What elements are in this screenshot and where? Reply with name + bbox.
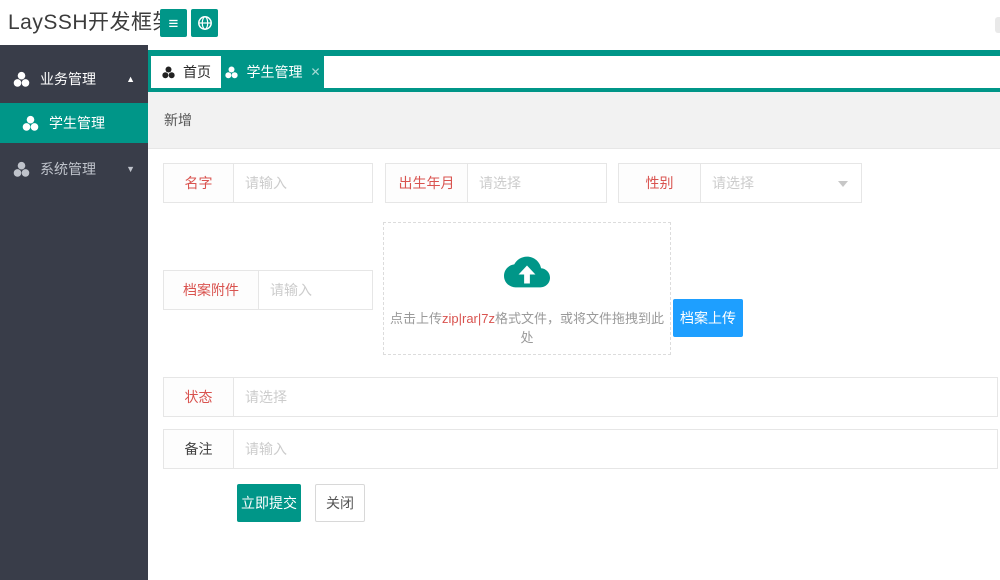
- tab-label: 首页: [183, 62, 211, 82]
- sidebar-item-label: 系统管理: [40, 159, 96, 179]
- chevron-down-icon: ▼: [126, 164, 135, 174]
- name-input[interactable]: [234, 164, 372, 202]
- birth-date-input[interactable]: [468, 164, 606, 202]
- remark-input[interactable]: [234, 430, 997, 468]
- app-cluster-icon: [12, 160, 31, 179]
- remark-field-group: 备注: [163, 429, 998, 469]
- sidebar-item-system-management[interactable]: 系统管理 ▼: [0, 147, 148, 191]
- app-logo: LaySSH开发框架: [8, 0, 174, 45]
- gender-field-group: 性别: [618, 163, 862, 203]
- collapse-menu-button[interactable]: ≡: [160, 9, 187, 37]
- file-label: 档案附件: [164, 271, 259, 309]
- birth-label: 出生年月: [386, 164, 468, 202]
- gender-select[interactable]: [701, 164, 861, 202]
- app-cluster-icon: [224, 65, 239, 80]
- upload-hint-prefix: 点击上传: [390, 311, 442, 326]
- status-label: 状态: [164, 378, 234, 416]
- sidebar-item-business-management[interactable]: 业务管理 ▲: [0, 57, 148, 101]
- card-header-title: 新增: [164, 112, 192, 128]
- status-select[interactable]: [234, 378, 997, 416]
- student-form: 名字 出生年月 性别 点击上传zip|rar|7z格式文件，或将文件拖拽到此处 …: [148, 149, 1000, 580]
- name-field-group: 名字: [163, 163, 373, 203]
- status-field-group: 状态: [163, 377, 998, 417]
- upload-hint-suffix: 格式文件，或将文件拖拽到此处: [495, 311, 664, 345]
- file-field-group: 档案附件: [163, 270, 373, 310]
- app-cluster-icon: [21, 114, 40, 133]
- upload-hint: 点击上传zip|rar|7z格式文件，或将文件拖拽到此处: [384, 308, 670, 346]
- file-attachment-input[interactable]: [259, 271, 372, 309]
- hamburger-icon: ≡: [169, 15, 179, 32]
- app-cluster-icon: [161, 65, 176, 80]
- tab-home[interactable]: 首页: [151, 56, 221, 88]
- remark-label: 备注: [164, 430, 234, 468]
- app-header: LaySSH开发框架 ≡: [0, 0, 1000, 45]
- card-header: 新增: [148, 92, 1000, 149]
- close-icon[interactable]: ✕: [310, 65, 320, 79]
- file-upload-button[interactable]: 档案上传: [673, 299, 743, 337]
- close-button[interactable]: 关闭: [315, 484, 365, 522]
- submit-button[interactable]: 立即提交: [237, 484, 301, 522]
- birth-field-group: 出生年月: [385, 163, 607, 203]
- upload-dropzone[interactable]: 点击上传zip|rar|7z格式文件，或将文件拖拽到此处: [383, 222, 671, 355]
- tab-bar: 首页 学生管理 ✕: [148, 50, 1000, 92]
- sidebar-item-label: 业务管理: [40, 69, 96, 89]
- chevron-up-icon: ▲: [126, 74, 135, 84]
- edge-icon-fragment: [995, 17, 1000, 33]
- sidebar-item-label: 学生管理: [49, 113, 105, 133]
- globe-icon: [197, 15, 213, 31]
- gender-label: 性别: [619, 164, 701, 202]
- app-cluster-icon: [12, 70, 31, 89]
- upload-hint-extensions: zip|rar|7z: [442, 311, 495, 326]
- name-label: 名字: [164, 164, 234, 202]
- cloud-upload-icon: [501, 249, 553, 295]
- refresh-button[interactable]: [191, 9, 218, 37]
- sidebar: 业务管理 ▲ 学生管理 系统管理 ▼: [0, 45, 148, 580]
- sidebar-item-student-management[interactable]: 学生管理: [0, 103, 148, 143]
- tab-bar-filler: [324, 56, 1000, 88]
- tab-label: 学生管理: [246, 62, 302, 82]
- select-caret-icon: [838, 181, 848, 187]
- tab-student-management[interactable]: 学生管理 ✕: [221, 56, 324, 88]
